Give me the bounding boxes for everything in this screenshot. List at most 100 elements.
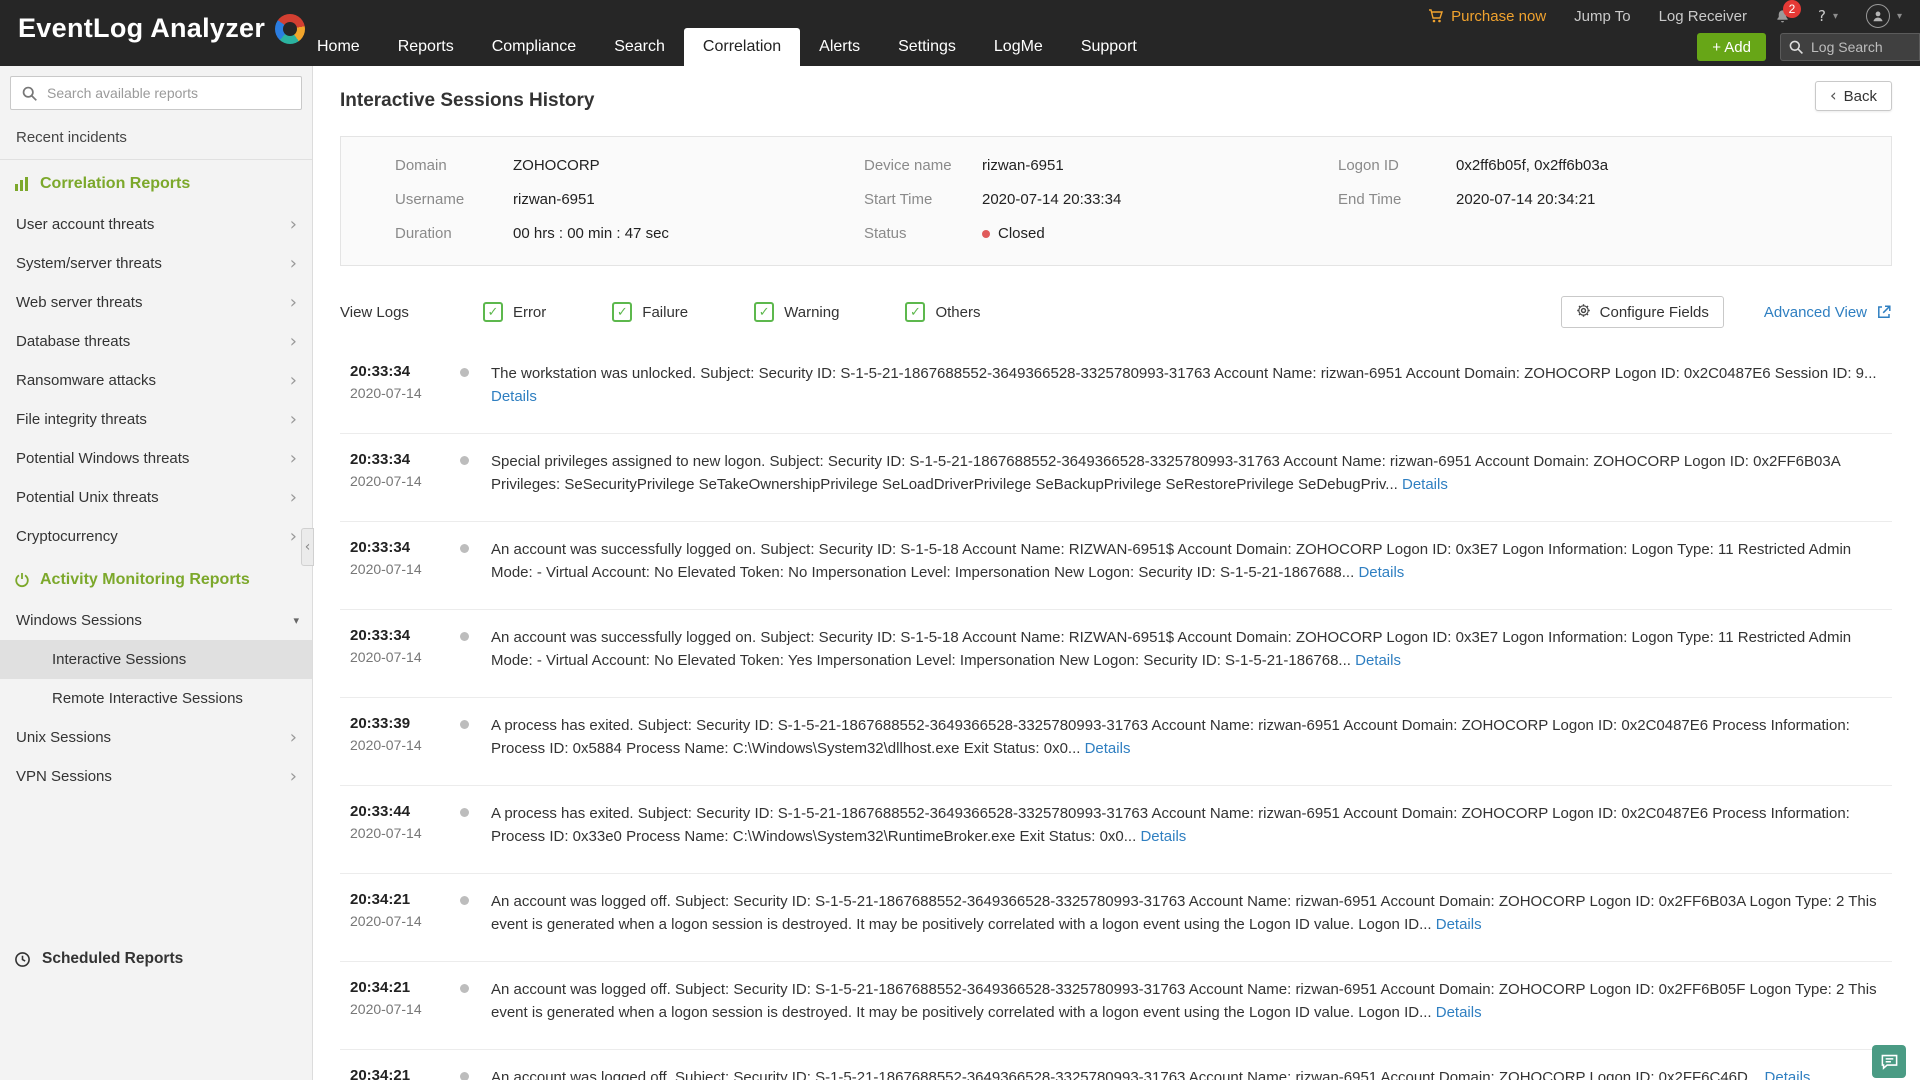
end-time-label: End Time [1338,191,1456,208]
log-date: 2020-07-14 [350,825,446,841]
nav-tab-compliance[interactable]: Compliance [473,28,595,66]
filter-failure[interactable]: ✓Failure [612,302,688,322]
log-bullet-icon [460,984,469,993]
filter-label: Warning [784,304,839,321]
report-search-input[interactable] [10,76,302,110]
purchase-now-link[interactable]: Purchase now [1428,8,1546,25]
sidebar-item-potential-windows-threats[interactable]: Potential Windows threats› [0,439,312,478]
app-logo[interactable]: EventLog Analyzer [18,13,305,44]
log-bullet-icon [460,896,469,905]
log-message: An account was successfully logged on. S… [491,539,1892,584]
sidebar-item-unix-sessions[interactable]: Unix Sessions› [0,718,312,757]
checkbox-checked-icon[interactable]: ✓ [483,302,503,322]
details-link[interactable]: Details [491,388,537,405]
avatar [1866,4,1890,28]
device-name-value: rizwan-6951 [982,157,1064,174]
checkbox-checked-icon[interactable]: ✓ [754,302,774,322]
checkbox-checked-icon[interactable]: ✓ [905,302,925,322]
report-search [10,76,302,110]
section-activity-monitoring-reports: Activity Monitoring Reports [0,556,312,601]
sidebar-item-windows-sessions[interactable]: Windows Sessions▾ [0,601,312,640]
duration-label: Duration [395,225,513,242]
sidebar-item-file-integrity-threats[interactable]: File integrity threats› [0,400,312,439]
log-time: 20:33:34 [350,451,446,468]
sidebar-item-scheduled-reports[interactable]: Scheduled Reports [0,938,312,980]
notifications-button[interactable]: 2 [1775,8,1790,24]
log-time: 20:34:21 [350,891,446,908]
view-logs-actions: Configure Fields Advanced View [1561,296,1892,328]
details-link[interactable]: Details [1402,476,1448,493]
details-link[interactable]: Details [1140,828,1186,845]
nav-tab-search[interactable]: Search [595,28,684,66]
nav-tab-reports[interactable]: Reports [379,28,473,66]
filter-warning[interactable]: ✓ Warning [754,302,839,322]
sidebar-item-cryptocurrency[interactable]: Cryptocurrency› [0,517,312,556]
bar-chart-icon [14,176,30,192]
nav-tab-settings[interactable]: Settings [879,28,975,66]
log-message: The workstation was unlocked. Subject: S… [491,363,1892,408]
details-link[interactable]: Details [1436,916,1482,933]
user-menu[interactable]: ▾ [1866,4,1902,28]
log-search [1780,33,1920,61]
item-label: VPN Sessions [16,768,112,785]
help-menu[interactable]: ? ▾ [1818,7,1838,25]
page-title: Interactive Sessions History [340,90,1892,112]
section-label: Correlation Reports [40,175,190,193]
item-label: Windows Sessions [16,612,142,629]
sidebar-item-ransomware-attacks[interactable]: Ransomware attacks› [0,361,312,400]
sidebar-item-user-account-threats[interactable]: User account threats› [0,205,312,244]
filter-error[interactable]: ✓Error [483,302,546,322]
log-receiver-link[interactable]: Log Receiver [1659,8,1747,25]
configure-fields-button[interactable]: Configure Fields [1561,296,1724,328]
sidebar-item-remote-interactive-sessions[interactable]: Remote Interactive Sessions [0,679,312,718]
nav-tab-logme[interactable]: LogMe [975,28,1062,66]
sidebar-item-system-server-threats[interactable]: System/server threats› [0,244,312,283]
feedback-chat-button[interactable] [1872,1045,1906,1078]
sidebar-item-database-threats[interactable]: Database threats› [0,322,312,361]
log-date: 2020-07-14 [350,385,446,401]
end-time-value: 2020-07-14 20:34:21 [1456,191,1595,208]
view-logs-label: View Logs [340,304,409,321]
gear-icon [1576,303,1591,322]
jump-to-link[interactable]: Jump To [1574,8,1630,25]
summary-col-3: Logon ID0x2ff6b05f, 0x2ff6b03a End Time2… [1338,157,1871,259]
chevron-right-icon: › [290,244,297,283]
back-button[interactable]: ‹ Back [1815,81,1892,111]
chevron-right-icon: › [290,400,297,439]
nav-tab-support[interactable]: Support [1062,28,1156,66]
log-message-text: Special privileges assigned to new logon… [491,453,1840,493]
logon-id-value: 0x2ff6b05f, 0x2ff6b03a [1456,157,1608,174]
app-title: EventLog Analyzer [18,13,265,44]
nav-tab-correlation[interactable]: Correlation [684,28,800,66]
log-message-text: An account was logged off. Subject: Secu… [491,1069,1760,1080]
add-button[interactable]: + Add [1697,33,1766,61]
nav-tab-home[interactable]: Home [298,28,379,66]
sidebar-item-vpn-sessions[interactable]: VPN Sessions› [0,757,312,796]
log-row: 20:33:342020-07-14 An account was succes… [340,522,1892,610]
cart-icon [1428,8,1444,24]
filter-others[interactable]: ✓Others [905,302,980,322]
sidebar-item-potential-unix-threats[interactable]: Potential Unix threats› [0,478,312,517]
sidebar-collapse-handle[interactable]: ‹ [301,528,314,566]
nav-tab-alerts[interactable]: Alerts [800,28,879,66]
purchase-now-label: Purchase now [1451,8,1546,25]
details-link[interactable]: Details [1085,740,1131,757]
sidebar-item-recent-incidents[interactable]: Recent incidents [0,116,312,160]
log-timestamp: 20:33:342020-07-14 [350,627,446,665]
details-link[interactable]: Details [1355,652,1401,669]
log-time: 20:33:34 [350,363,446,380]
start-time-label: Start Time [864,191,982,208]
sidebar-item-web-server-threats[interactable]: Web server threats› [0,283,312,322]
log-message-text: The workstation was unlocked. Subject: S… [491,365,1877,382]
details-link[interactable]: Details [1358,564,1404,581]
sidebar-item-interactive-sessions[interactable]: Interactive Sessions [0,640,312,679]
details-link[interactable]: Details [1765,1069,1811,1080]
log-message: A process has exited. Subject: Security … [491,803,1892,848]
advanced-view-link[interactable]: Advanced View [1764,304,1892,321]
power-icon [14,572,30,588]
checkbox-checked-icon[interactable]: ✓ [612,302,632,322]
details-link[interactable]: Details [1436,1004,1482,1021]
item-label: Potential Windows threats [16,450,189,467]
status-label: Status [864,225,982,242]
log-message-text: An account was logged off. Subject: Secu… [491,893,1877,933]
